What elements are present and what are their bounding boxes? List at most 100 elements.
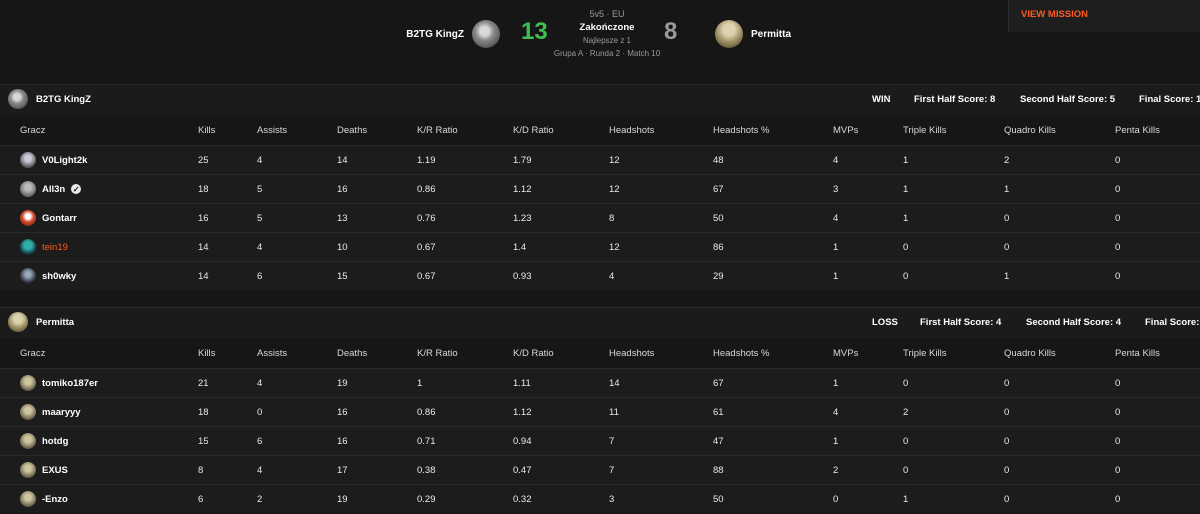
first-half-score: First Half Score: 8 [914, 94, 996, 105]
stat-cell: 25 [198, 154, 209, 166]
stat-cell: 3 [609, 493, 615, 505]
table-row: Gontarr 16 5 13 0.76 1.23 8 50 4 1 0 0 [0, 203, 1200, 233]
stat-cell: 1 [833, 270, 839, 282]
col-header[interactable]: Headshots [609, 115, 713, 146]
player-name: Gontarr [42, 212, 77, 224]
col-header[interactable]: Headshots [609, 338, 713, 369]
player-link[interactable]: tein19 [20, 239, 198, 255]
player-name: V0Light2k [42, 154, 88, 166]
player-name: sh0wky [42, 270, 77, 282]
team-avatar [8, 312, 28, 332]
col-header[interactable]: Deaths [337, 115, 417, 146]
team-right-logo [715, 20, 743, 48]
stat-cell: 1 [1004, 270, 1010, 282]
team-avatar [8, 89, 28, 109]
stat-cell: 1.12 [513, 183, 532, 195]
player-link[interactable]: hotdg [20, 433, 198, 449]
stat-cell: 0 [833, 493, 839, 505]
stat-cell: 6 [257, 435, 263, 447]
stat-cell: 1 [833, 435, 839, 447]
stat-cell: 1 [833, 241, 839, 253]
col-header[interactable]: MVPs [833, 338, 903, 369]
stat-cell: 67 [713, 183, 724, 195]
stat-cell: 21 [198, 377, 209, 389]
final-score: Final Score: 13 [1139, 94, 1200, 105]
stat-cell: 86 [713, 241, 724, 253]
stat-cell: 0 [1115, 493, 1121, 505]
stat-cell: 0 [1004, 464, 1010, 476]
col-header[interactable]: Penta Kills [1115, 115, 1200, 146]
player-avatar [20, 462, 36, 478]
player-link[interactable]: EXUS [20, 462, 198, 478]
player-link[interactable]: maaryyy [20, 404, 198, 420]
col-header[interactable]: MVPs [833, 115, 903, 146]
col-header[interactable]: Quadro Kills [1004, 115, 1115, 146]
player-avatar [20, 152, 36, 168]
stat-cell: 0 [1115, 377, 1121, 389]
table-row: sh0wky 14 6 15 0.67 0.93 4 29 1 0 1 0 [0, 261, 1200, 290]
player-link[interactable]: All3n ✓ [20, 181, 198, 197]
player-name: EXUS [42, 464, 68, 476]
col-header[interactable]: Kills [198, 115, 257, 146]
team-right-header[interactable]: Permitta [715, 20, 791, 48]
stat-cell: 16 [337, 435, 348, 447]
stat-cell: 1 [903, 212, 909, 224]
player-avatar [20, 491, 36, 507]
col-header[interactable]: Gracz [0, 115, 198, 146]
col-header[interactable]: K/D Ratio [513, 338, 609, 369]
stat-cell: 0 [1115, 183, 1121, 195]
stat-cell: 0 [903, 464, 909, 476]
stat-cell: 4 [257, 377, 263, 389]
col-header[interactable]: Assists [257, 338, 337, 369]
player-link[interactable]: V0Light2k [20, 152, 198, 168]
col-header[interactable]: Gracz [0, 338, 198, 369]
player-link[interactable]: sh0wky [20, 268, 198, 284]
team-left-name: B2TG KingZ [406, 28, 464, 40]
col-header[interactable]: Triple Kills [903, 338, 1004, 369]
stat-cell: 0.67 [417, 241, 436, 253]
player-stats-table: Gracz Kills Assists Deaths K/R Ratio K/D… [0, 115, 1200, 290]
stat-cell: 0.86 [417, 406, 436, 418]
col-header[interactable]: K/D Ratio [513, 115, 609, 146]
player-cell: maaryyy [0, 398, 198, 427]
stat-cell: 0.38 [417, 464, 436, 476]
player-link[interactable]: -Enzo [20, 491, 198, 507]
stat-cell: 8 [609, 212, 615, 224]
player-avatar [20, 181, 36, 197]
team-left-header[interactable]: B2TG KingZ [406, 20, 500, 48]
stat-cell: 48 [713, 154, 724, 166]
team-summary-bar: B2TG KingZ WIN First Half Score: 8 Secon… [0, 84, 1200, 115]
player-link[interactable]: Gontarr [20, 210, 198, 226]
team-name[interactable]: Permitta [36, 317, 74, 328]
stat-cell: 18 [198, 406, 209, 418]
stat-cell: 88 [713, 464, 724, 476]
col-header[interactable]: Assists [257, 115, 337, 146]
stat-cell: 4 [833, 154, 839, 166]
col-header[interactable]: Kills [198, 338, 257, 369]
col-header[interactable]: Penta Kills [1115, 338, 1200, 369]
player-link[interactable]: tomiko187er [20, 375, 198, 391]
col-header[interactable]: K/R Ratio [417, 338, 513, 369]
team-name[interactable]: B2TG KingZ [36, 94, 91, 105]
stat-cell: 0 [1004, 406, 1010, 418]
stat-cell: 4 [257, 464, 263, 476]
player-cell: hotdg [0, 427, 198, 456]
stat-cell: 1 [903, 154, 909, 166]
stat-cell: 0 [257, 406, 263, 418]
stat-cell: 0 [1115, 464, 1121, 476]
col-header[interactable]: Triple Kills [903, 115, 1004, 146]
col-header[interactable]: Quadro Kills [1004, 338, 1115, 369]
stat-cell: 0 [1004, 212, 1010, 224]
view-mission-link[interactable]: VIEW MISSION [1021, 9, 1088, 20]
stat-cell: 12 [609, 183, 620, 195]
stat-cell: 67 [713, 377, 724, 389]
col-header[interactable]: Deaths [337, 338, 417, 369]
second-half-score: Second Half Score: 4 [1026, 317, 1122, 328]
col-header[interactable]: Headshots % [713, 338, 833, 369]
table-row: tein19 14 4 10 0.67 1.4 12 86 1 0 0 0 [0, 232, 1200, 262]
stat-cell: 1.23 [513, 212, 532, 224]
stat-cell: 0 [1115, 154, 1121, 166]
match-format: 5v5 · EU [589, 9, 625, 19]
col-header[interactable]: K/R Ratio [417, 115, 513, 146]
col-header[interactable]: Headshots % [713, 115, 833, 146]
